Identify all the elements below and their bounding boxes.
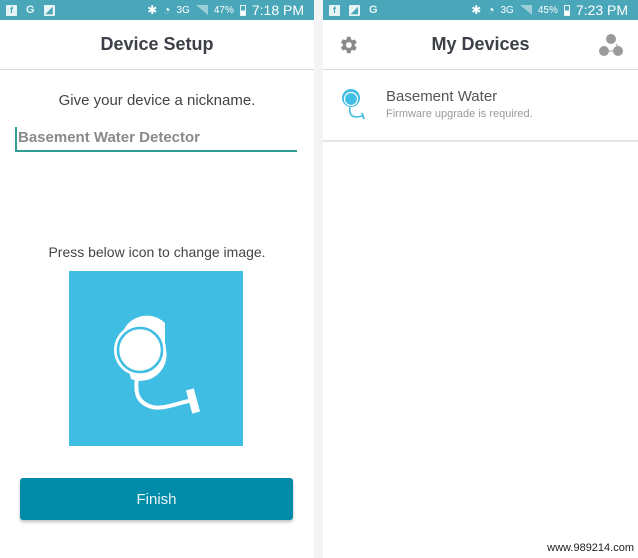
screen-divider <box>314 0 323 558</box>
bluetooth-icon: ✱ <box>147 3 158 17</box>
nickname-input[interactable] <box>15 127 297 152</box>
bluetooth-icon: ✱ <box>471 3 482 17</box>
finish-button[interactable]: Finish <box>20 478 293 520</box>
battery-percent: 47% <box>213 4 234 16</box>
wifi-icon: ◔ <box>487 3 495 17</box>
battery-icon <box>563 4 570 16</box>
page-title: Device Setup <box>100 34 214 54</box>
wifi-icon: ◔ <box>163 3 171 17</box>
image-prompt: Press below icon to change image. <box>48 244 266 260</box>
my-devices-screen: f ◢ G ✱ ◔ 3G 45% 7:23 PM My Devices Base… <box>323 0 638 558</box>
battery-icon <box>239 4 246 16</box>
network-share-icon[interactable] <box>598 33 624 57</box>
device-image-button[interactable] <box>69 271 243 446</box>
facebook-icon: f <box>6 4 17 16</box>
gallery-icon: ◢ <box>349 4 360 16</box>
facebook-icon: f <box>329 4 340 16</box>
network-type: 3G <box>500 4 514 16</box>
device-status: Firmware upgrade is required. <box>386 108 533 120</box>
device-list-item[interactable]: Basement Water Firmware upgrade is requi… <box>323 70 638 142</box>
page-title: My Devices <box>431 34 530 54</box>
nickname-prompt: Give your device a nickname. <box>58 92 256 109</box>
clock: 7:23 PM <box>575 2 628 18</box>
device-name: Basement Water <box>386 88 498 105</box>
device-setup-screen: f G ◢ ✱ ◔ 3G 47% 7:18 PM Device Setup Gi… <box>0 0 314 558</box>
watermark: www.989214.com <box>547 542 634 554</box>
water-sensor-icon <box>114 315 200 414</box>
water-sensor-icon <box>342 89 365 120</box>
google-icon: G <box>369 4 378 16</box>
app-bar: Device Setup <box>0 20 314 70</box>
clock: 7:18 PM <box>251 2 304 18</box>
network-type: 3G <box>176 4 190 16</box>
signal-icon <box>519 5 532 15</box>
gallery-icon: ◢ <box>43 4 55 16</box>
signal-icon <box>195 5 208 15</box>
status-bar: f G ◢ ✱ ◔ 3G 47% 7:18 PM <box>0 0 314 20</box>
settings-gear-icon[interactable] <box>337 34 359 56</box>
google-icon: G <box>26 4 35 16</box>
status-bar: f ◢ G ✱ ◔ 3G 45% 7:23 PM <box>323 0 638 20</box>
battery-percent: 45% <box>537 4 558 16</box>
app-bar: My Devices <box>323 20 638 70</box>
